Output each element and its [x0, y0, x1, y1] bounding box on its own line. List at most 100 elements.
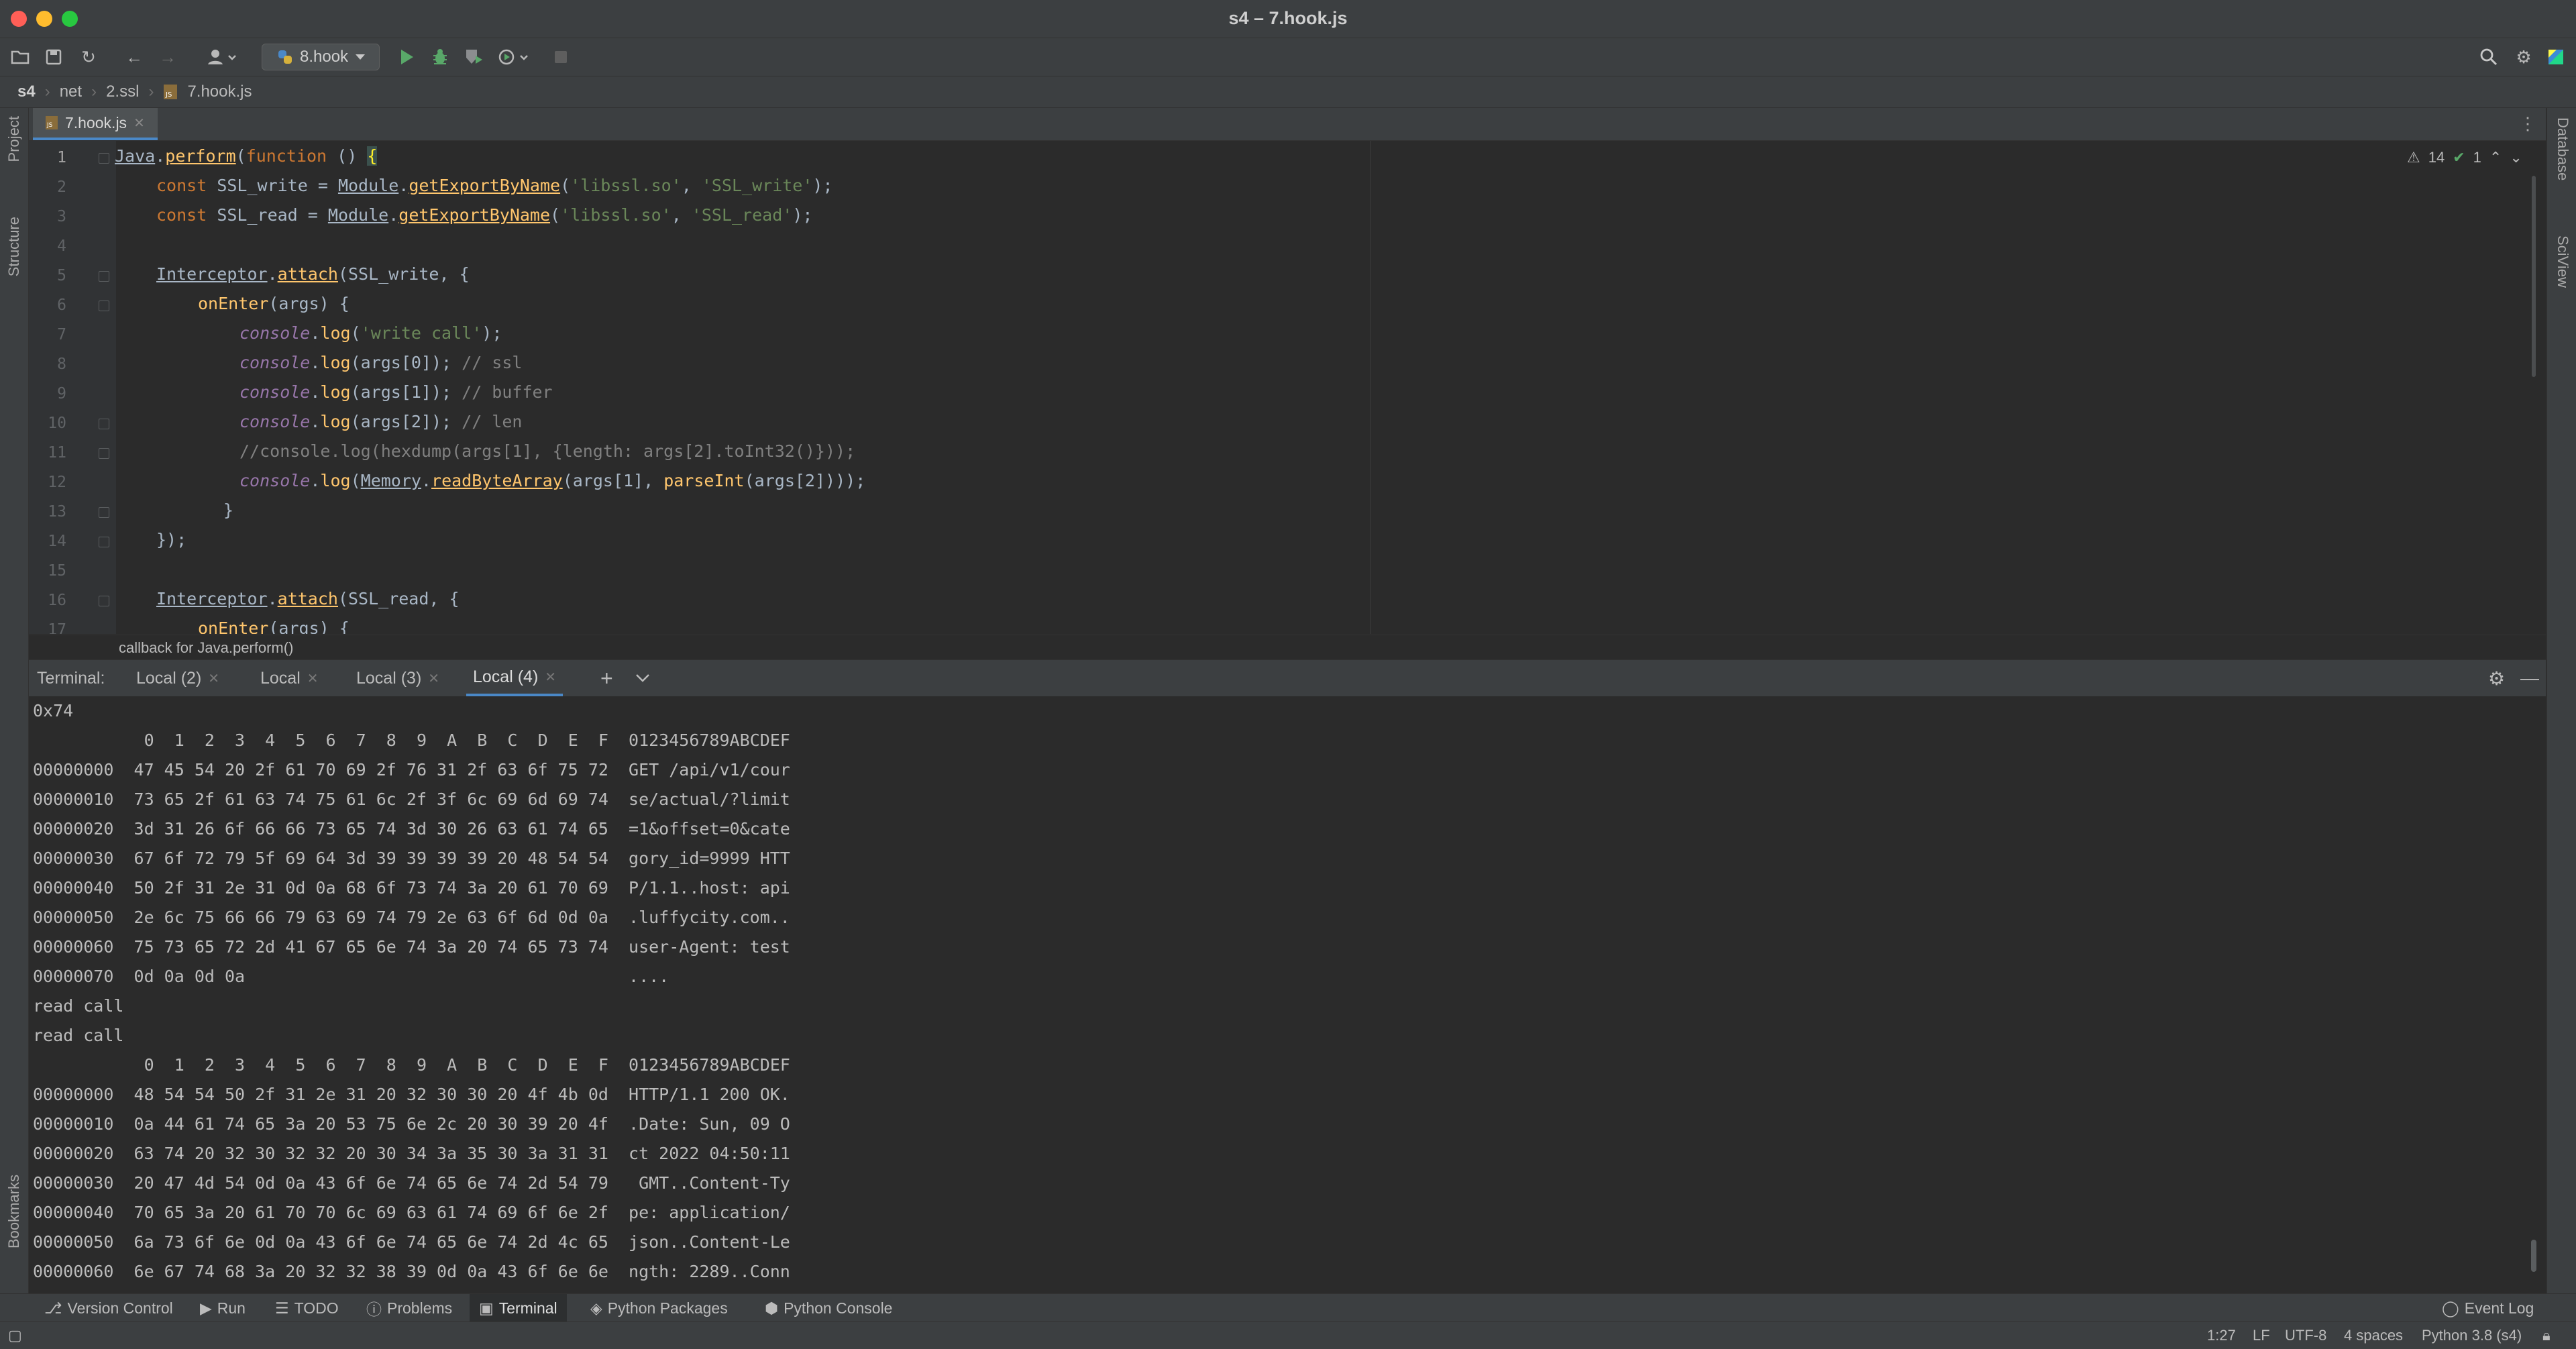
- back-arrow-icon[interactable]: ←: [121, 45, 148, 69]
- python-console-tool[interactable]: ⬢ Python Console: [765, 1294, 892, 1322]
- database-tool-tab[interactable]: Database: [2554, 117, 2571, 180]
- editor-tab-label: 7.hook.js: [65, 113, 127, 131]
- fold-marker-icon[interactable]: [99, 419, 109, 429]
- fold-marker-icon[interactable]: [99, 537, 109, 547]
- hide-panel-icon[interactable]: —: [2520, 660, 2539, 696]
- fold-marker-icon[interactable]: [99, 596, 109, 606]
- bookmarks-tool-tab[interactable]: Bookmarks: [5, 1175, 23, 1248]
- debug-icon[interactable]: [427, 45, 453, 69]
- line-number: 4: [57, 237, 66, 255]
- caret-position[interactable]: 1:27: [2207, 1322, 2236, 1349]
- terminal-line: 00000040 70 65 3a 20 61 70 70 6c 69 63 6…: [33, 1203, 790, 1222]
- line-number: 13: [48, 503, 66, 521]
- svg-text:JS: JS: [165, 91, 172, 99]
- terminal-tool[interactable]: ▣ Terminal: [470, 1294, 567, 1322]
- settings-gear-icon[interactable]: ⚙: [2510, 45, 2537, 69]
- structure-tool-tab[interactable]: Structure: [5, 217, 23, 276]
- terminal-settings-gear-icon[interactable]: ⚙: [2488, 660, 2505, 696]
- code-line-17: onEnter(args) {: [198, 618, 350, 634]
- problems-tool[interactable]: ⓘ Problems: [366, 1294, 452, 1322]
- forward-arrow-icon[interactable]: →: [154, 45, 181, 69]
- context-hint-text[interactable]: callback for Java.perform(): [119, 639, 293, 657]
- run-tool[interactable]: ▶ Run: [200, 1294, 246, 1322]
- line-number: 6: [57, 296, 66, 314]
- run-with-coverage-icon[interactable]: [460, 45, 487, 69]
- close-tab-icon[interactable]: ✕: [428, 670, 439, 687]
- breadcrumb-folder-ssl[interactable]: 2.ssl: [106, 83, 139, 101]
- line-number: 7: [57, 326, 66, 343]
- event-log-tool[interactable]: ◯ Event Log: [2442, 1294, 2534, 1322]
- lock-icon[interactable]: 🔒︎: [2542, 1322, 2551, 1349]
- file-encoding[interactable]: UTF-8: [2285, 1322, 2326, 1349]
- line-number: 11: [48, 444, 66, 462]
- user-icon[interactable]: [201, 45, 243, 69]
- run-icon[interactable]: [393, 45, 420, 69]
- token: Java: [115, 146, 156, 166]
- line-separator[interactable]: LF: [2253, 1322, 2270, 1349]
- python-console-icon: ⬢: [765, 1299, 779, 1317]
- version-control-tool[interactable]: ⎇ Version Control: [44, 1294, 173, 1322]
- sciview-tool-tab[interactable]: SciView: [2554, 235, 2571, 288]
- terminal-tab[interactable]: Local (2) ✕: [136, 660, 219, 696]
- open-folder-icon[interactable]: [7, 45, 34, 69]
- token: (SSL_read, {: [337, 589, 460, 608]
- close-tab-icon[interactable]: ✕: [208, 670, 219, 687]
- terminal-output[interactable]: 0x74 0 1 2 3 4 5 6 7 8 9 A B C D E F 012…: [29, 696, 2546, 1292]
- python-packages-tool[interactable]: ◈ Python Packages: [590, 1294, 728, 1322]
- token: (): [327, 146, 368, 166]
- run-configuration-label: 8.hook: [300, 48, 349, 66]
- breadcrumb-folder-net[interactable]: net: [60, 83, 82, 101]
- fold-marker-icon[interactable]: [99, 271, 109, 282]
- close-tab-icon[interactable]: ✕: [545, 669, 556, 686]
- token: (args[1],: [562, 471, 664, 490]
- code-editor[interactable]: 1 2 3 4 5 6 7 8 9 10 11 12 13 14 15 16 1…: [29, 141, 2546, 634]
- stop-icon[interactable]: [547, 45, 574, 69]
- more-options-icon[interactable]: ⋮: [2519, 113, 2536, 134]
- save-icon[interactable]: [40, 45, 67, 69]
- line-number: 15: [48, 562, 66, 580]
- fold-marker-icon[interactable]: [99, 153, 109, 164]
- fold-marker-icon[interactable]: [99, 507, 109, 518]
- indent-setting[interactable]: 4 spaces: [2344, 1322, 2403, 1349]
- close-tab-icon[interactable]: ✕: [133, 115, 145, 131]
- code-line-12: console.log(Memory.readByteArray(args[1]…: [239, 471, 865, 490]
- line-number: 17: [48, 621, 66, 634]
- info-circle-icon: ⓘ: [366, 1301, 382, 1318]
- token: );: [482, 323, 502, 343]
- toggle-tool-windows-icon[interactable]: ▢: [8, 1322, 22, 1349]
- tab-list-chevron-icon[interactable]: [635, 660, 650, 696]
- terminal-tab-active[interactable]: Local (4) ✕: [466, 660, 564, 696]
- terminal-line: 0x74: [33, 701, 74, 720]
- fold-marker-icon[interactable]: [99, 448, 109, 459]
- line-number: 10: [48, 415, 66, 432]
- run-configuration-select[interactable]: 8.hook: [262, 44, 380, 70]
- terminal-tab-label: Local: [260, 668, 301, 688]
- token: console: [239, 353, 311, 372]
- breadcrumb-file[interactable]: 7.hook.js: [187, 83, 252, 101]
- tool-window-bar: ⎇ Version Control ▶ Run ☰ TODO ⓘ Problems ▣ T…: [0, 1293, 2576, 1322]
- tool-label: Python Packages: [607, 1299, 728, 1317]
- terminal-label: Terminal:: [37, 668, 105, 688]
- editor-tab-7-hook-js[interactable]: JS 7.hook.js ✕: [33, 108, 158, 140]
- jetbrains-toolbox-icon[interactable]: [2542, 45, 2569, 69]
- terminal-line: 00000050 6a 73 6f 6e 0d 0a 43 6f 6e 74 6…: [33, 1232, 790, 1252]
- terminal-tab[interactable]: Local ✕: [260, 660, 319, 696]
- profile-icon[interactable]: [495, 45, 534, 69]
- branch-icon: ⎇: [44, 1299, 62, 1317]
- terminal-scrollbar[interactable]: [2531, 1240, 2536, 1272]
- token: Interceptor: [156, 264, 268, 284]
- close-tab-icon[interactable]: ✕: [307, 670, 319, 687]
- project-tool-tab[interactable]: Project: [5, 116, 23, 162]
- new-tab-plus-icon[interactable]: +: [600, 660, 613, 696]
- search-icon[interactable]: [2475, 45, 2502, 69]
- python-interpreter[interactable]: Python 3.8 (s4): [2422, 1322, 2522, 1349]
- title-bar: s4 – 7.hook.js: [0, 0, 2576, 38]
- token: onEnter: [198, 618, 269, 634]
- sync-icon[interactable]: ↻: [75, 45, 102, 69]
- terminal-tab[interactable]: Local (3) ✕: [356, 660, 439, 696]
- fold-marker-icon[interactable]: [99, 301, 109, 311]
- todo-tool[interactable]: ☰ TODO: [275, 1294, 339, 1322]
- breadcrumb-project[interactable]: s4: [17, 83, 36, 101]
- terminal-line: 0 1 2 3 4 5 6 7 8 9 A B C D E F 01234567…: [33, 731, 790, 750]
- terminal-line: 00000010 73 65 2f 61 63 74 75 61 6c 2f 3…: [33, 790, 790, 809]
